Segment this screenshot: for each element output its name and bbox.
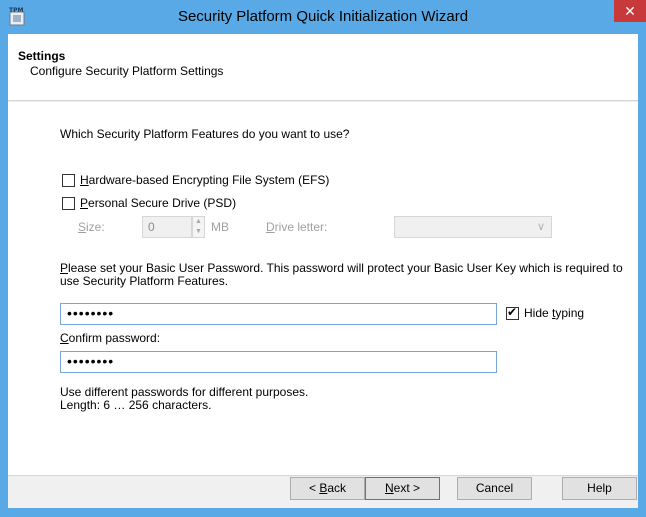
password-prompt-accesskey: P <box>60 261 69 275</box>
confirm-password-input[interactable]: •••••••• <box>60 351 497 373</box>
confirm-password-label-rest: onfirm password: <box>68 331 161 345</box>
stepper-down-icon: ▼ <box>195 228 202 235</box>
drive-letter-accesskey: D <box>266 220 275 234</box>
password-prompt-rest: lease set your Basic User Password. This… <box>60 261 623 288</box>
next-button-rest: ext > <box>393 481 421 495</box>
drive-letter-rest: rive letter: <box>274 220 328 234</box>
features-question: Which Security Platform Features do you … <box>60 127 350 141</box>
size-unit: MB <box>211 220 229 234</box>
drive-letter-select[interactable]: ∨ <box>394 216 552 238</box>
hide-typing-label-rest: yping <box>555 306 585 320</box>
hide-typing-label[interactable]: Hide typing <box>524 306 584 320</box>
password-hint-purposes: Use different passwords for different pu… <box>60 385 309 399</box>
back-button[interactable]: < Back <box>290 477 365 500</box>
chevron-down-icon: ∨ <box>536 221 545 233</box>
efs-label-rest: ardware-based Encrypting File System (EF… <box>88 173 330 187</box>
drive-letter-label: Drive letter: <box>266 220 327 234</box>
size-label-rest: ize: <box>86 220 105 234</box>
efs-checkbox[interactable] <box>62 174 75 187</box>
page-title: Settings <box>18 49 66 63</box>
cancel-button[interactable]: Cancel <box>457 477 532 500</box>
psd-checkbox[interactable] <box>62 197 75 210</box>
wizard-window: TPM Security Platform Quick Initializati… <box>0 0 646 517</box>
help-button[interactable]: Help <box>562 477 637 500</box>
confirm-password-label: Confirm password: <box>60 331 160 345</box>
hide-typing-checkbox[interactable] <box>506 305 519 320</box>
stepper-up-icon: ▲ <box>195 218 202 225</box>
size-label-accesskey: S <box>78 220 87 234</box>
hide-typing-label-start: Hide <box>524 306 553 320</box>
close-button[interactable]: ✕ <box>614 0 646 22</box>
psd-label-rest: ersonal Secure Drive (PSD) <box>88 196 237 210</box>
back-button-rest: ack <box>327 481 347 495</box>
efs-label-accesskey: H <box>80 173 89 187</box>
size-stepper[interactable]: ▲ ▼ <box>192 216 205 238</box>
wizard-header: Settings Configure Security Platform Set… <box>8 34 638 101</box>
size-label: Size: <box>78 220 105 234</box>
window-title: Security Platform Quick Initialization W… <box>177 8 469 25</box>
next-button[interactable]: Next > <box>365 477 440 500</box>
next-button-accesskey: N <box>384 481 394 495</box>
title-bar[interactable]: TPM Security Platform Quick Initializati… <box>0 0 646 34</box>
page-subtitle: Configure Security Platform Settings <box>30 64 224 78</box>
password-input[interactable]: •••••••• <box>60 303 497 325</box>
psd-label[interactable]: Personal Secure Drive (PSD) <box>80 196 236 210</box>
wizard-client-area: Settings Configure Security Platform Set… <box>8 34 638 508</box>
wizard-content: Which Security Platform Features do you … <box>8 102 638 475</box>
footer-divider <box>8 475 638 476</box>
confirm-password-accesskey: C <box>60 331 69 345</box>
password-prompt: Please set your Basic User Password. Thi… <box>60 262 634 288</box>
size-input[interactable]: 0 <box>142 216 192 238</box>
psd-label-accesskey: P <box>80 196 89 210</box>
password-hint-length: Length: 6 … 256 characters. <box>60 398 212 412</box>
efs-label[interactable]: Hardware-based Encrypting File System (E… <box>80 173 329 187</box>
back-button-prefix: < <box>308 481 320 495</box>
